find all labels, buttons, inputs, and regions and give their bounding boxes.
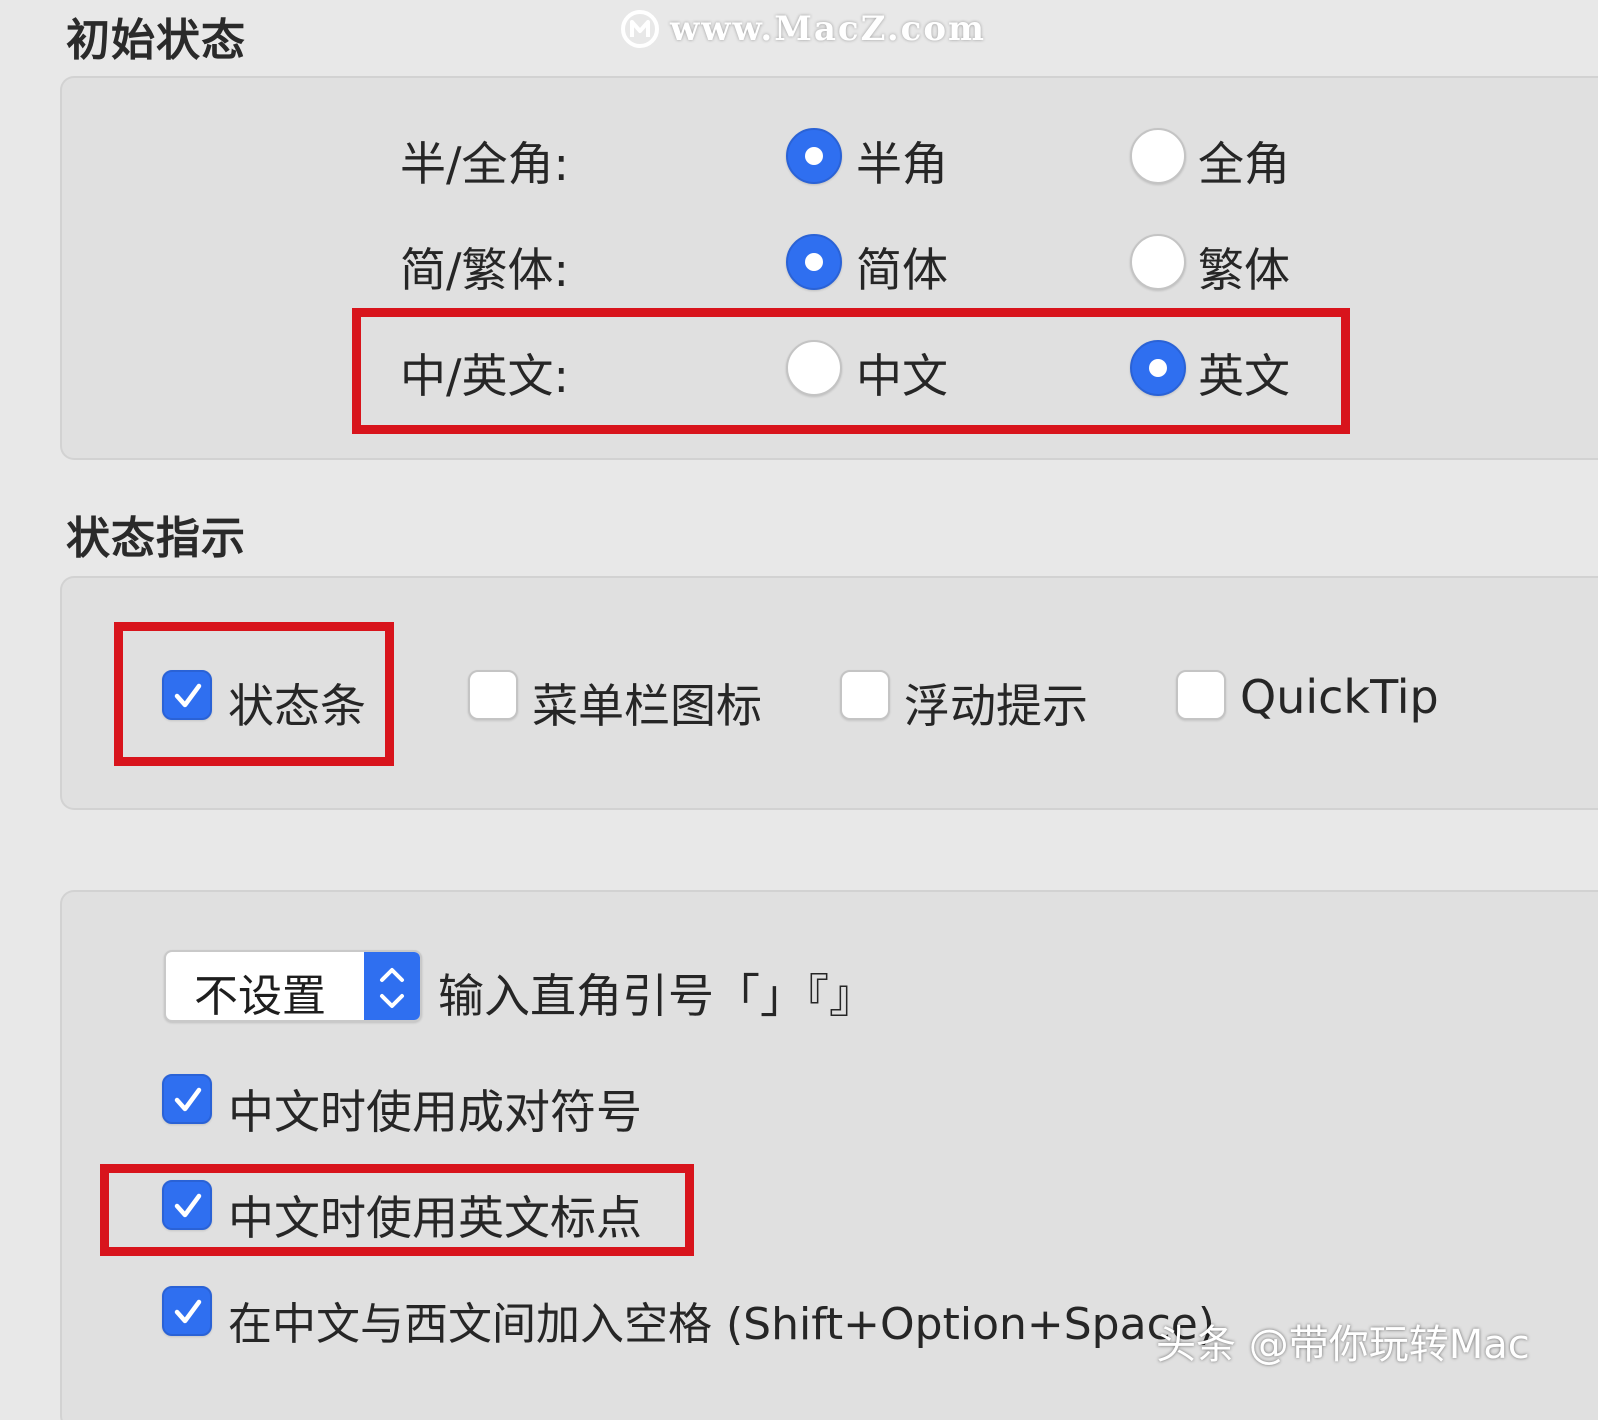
radio-simplified[interactable]	[786, 234, 842, 290]
quote-style-select-value: 不设置	[194, 971, 326, 1022]
radio-traditional-label[interactable]: 繁体	[1198, 234, 1290, 300]
watermark-top: www.MacZ.com	[620, 6, 986, 52]
radio-halfwidth-label[interactable]: 半角	[856, 128, 948, 194]
checkbox-paired-symbols-label[interactable]: 中文时使用成对符号	[228, 1076, 642, 1142]
checkbox-quicktip[interactable]	[1176, 670, 1226, 720]
quote-style-select[interactable]: 不设置	[164, 950, 422, 1022]
checkbox-menubar-icon-label[interactable]: 菜单栏图标	[532, 670, 762, 736]
select-stepper[interactable]	[364, 952, 420, 1020]
watermark-text: www.MacZ.com	[670, 9, 987, 49]
radio-simplified-label[interactable]: 简体	[856, 234, 948, 300]
halfwidth-fullwidth-label: 半/全角:	[400, 137, 569, 191]
checkbox-quicktip-label[interactable]: QuickTip	[1240, 670, 1439, 724]
macz-logo-icon	[621, 10, 659, 48]
highlight-box-chinese-english	[352, 308, 1350, 434]
checkbox-add-space[interactable]	[162, 1286, 212, 1336]
checkbox-paired-symbols[interactable]	[162, 1074, 212, 1124]
checkbox-menubar-icon[interactable]	[468, 670, 518, 720]
watermark-bottom: 头条 @带你玩转Mac	[1156, 1322, 1530, 1368]
checkmark-icon	[174, 1299, 202, 1324]
checkbox-floating-hint[interactable]	[840, 670, 890, 720]
radio-halfwidth[interactable]	[786, 128, 842, 184]
checkmark-icon	[174, 1087, 202, 1112]
highlight-box-status-bar	[114, 622, 394, 766]
checkbox-add-space-label[interactable]: 在中文与西文间加入空格 (Shift+Option+Space)	[228, 1288, 1215, 1352]
section-title-initial-state: 初始状态	[66, 15, 246, 66]
radio-fullwidth[interactable]	[1130, 128, 1186, 184]
quote-style-label: 输入直角引号「」『』	[438, 969, 875, 1023]
radio-traditional[interactable]	[1130, 234, 1186, 290]
radio-fullwidth-label[interactable]: 全角	[1198, 128, 1290, 194]
highlight-box-english-punctuation	[100, 1164, 694, 1256]
chevron-up-down-icon	[380, 968, 404, 1008]
simplified-traditional-label: 简/繁体:	[400, 243, 569, 297]
section-title-status-indicator: 状态指示	[66, 513, 246, 564]
checkbox-floating-hint-label[interactable]: 浮动提示	[904, 670, 1088, 736]
